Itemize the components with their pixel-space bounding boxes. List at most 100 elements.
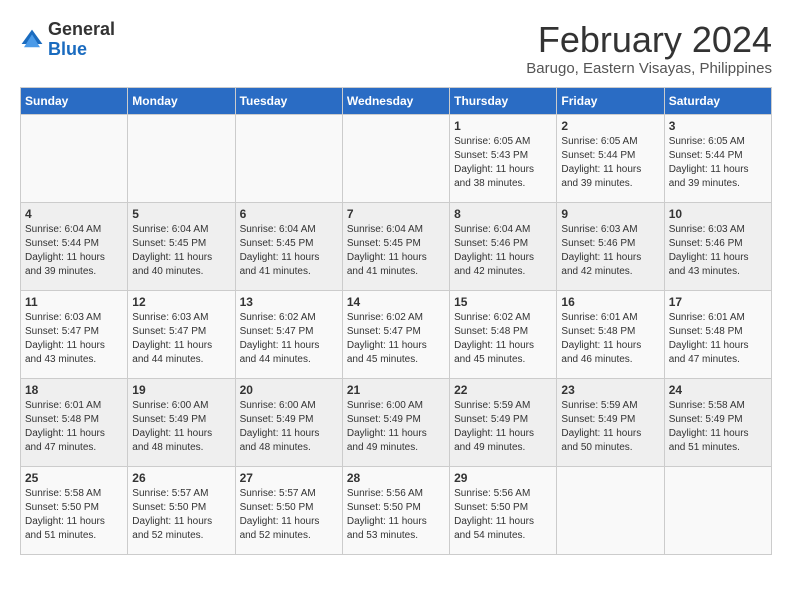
weekday-header-sunday: Sunday [21, 87, 128, 114]
calendar-cell: 23 Sunrise: 5:59 AM Sunset: 5:49 PM Dayli… [557, 378, 664, 466]
calendar-header: SundayMondayTuesdayWednesdayThursdayFrid… [21, 87, 772, 114]
calendar-cell [235, 114, 342, 202]
calendar-cell: 6 Sunrise: 6:04 AM Sunset: 5:45 PM Daylig… [235, 202, 342, 290]
weekday-header-friday: Friday [557, 87, 664, 114]
calendar-cell: 13 Sunrise: 6:02 AM Sunset: 5:47 PM Dayli… [235, 290, 342, 378]
day-info: Sunrise: 6:02 AM Sunset: 5:48 PM Dayligh… [454, 311, 552, 367]
day-number: 14 [347, 295, 445, 309]
calendar-cell: 1Sunrise: 6:05 AM Sunset: 5:43 PM Daylig… [450, 114, 557, 202]
weekday-header-wednesday: Wednesday [342, 87, 449, 114]
day-info: Sunrise: 5:56 AM Sunset: 5:50 PM Dayligh… [454, 487, 552, 543]
calendar-cell: 18 Sunrise: 6:01 AM Sunset: 5:48 PM Dayli… [21, 378, 128, 466]
day-info: Sunrise: 6:00 AM Sunset: 5:49 PM Dayligh… [347, 399, 445, 455]
day-number: 12 [132, 295, 230, 309]
day-info: Sunrise: 5:58 AM Sunset: 5:50 PM Dayligh… [25, 487, 123, 543]
day-number: 20 [240, 383, 338, 397]
day-info: Sunrise: 5:57 AM Sunset: 5:50 PM Dayligh… [132, 487, 230, 543]
day-info: Sunrise: 5:59 AM Sunset: 5:49 PM Dayligh… [561, 399, 659, 455]
day-number: 7 [347, 207, 445, 221]
logo: General Blue [20, 20, 115, 60]
day-number: 29 [454, 471, 552, 485]
day-info: Sunrise: 6:01 AM Sunset: 5:48 PM Dayligh… [561, 311, 659, 367]
calendar-week-row: 25 Sunrise: 5:58 AM Sunset: 5:50 PM Dayli… [21, 466, 772, 554]
calendar-cell: 28Sunrise: 5:56 AM Sunset: 5:50 PM Dayli… [342, 466, 449, 554]
day-number: 24 [669, 383, 767, 397]
calendar-cell: 8Sunrise: 6:04 AM Sunset: 5:46 PM Daylig… [450, 202, 557, 290]
day-info: Sunrise: 6:03 AM Sunset: 5:46 PM Dayligh… [561, 223, 659, 279]
calendar-cell: 11Sunrise: 6:03 AM Sunset: 5:47 PM Dayli… [21, 290, 128, 378]
day-info: Sunrise: 6:00 AM Sunset: 5:49 PM Dayligh… [240, 399, 338, 455]
header: General Blue February 2024 Barugo, Easte… [20, 20, 772, 77]
calendar-cell: 22 Sunrise: 5:59 AM Sunset: 5:49 PM Dayli… [450, 378, 557, 466]
weekday-header-thursday: Thursday [450, 87, 557, 114]
day-info: Sunrise: 6:04 AM Sunset: 5:45 PM Dayligh… [240, 223, 338, 279]
day-number: 25 [25, 471, 123, 485]
day-info: Sunrise: 6:04 AM Sunset: 5:45 PM Dayligh… [132, 223, 230, 279]
calendar-table: SundayMondayTuesdayWednesdayThursdayFrid… [20, 87, 772, 555]
logo-icon [20, 28, 44, 52]
calendar-cell [664, 466, 771, 554]
day-info: Sunrise: 6:00 AM Sunset: 5:49 PM Dayligh… [132, 399, 230, 455]
day-info: Sunrise: 5:57 AM Sunset: 5:50 PM Dayligh… [240, 487, 338, 543]
day-info: Sunrise: 6:02 AM Sunset: 5:47 PM Dayligh… [240, 311, 338, 367]
calendar-cell [342, 114, 449, 202]
calendar-cell: 9Sunrise: 6:03 AM Sunset: 5:46 PM Daylig… [557, 202, 664, 290]
calendar-cell: 27Sunrise: 5:57 AM Sunset: 5:50 PM Dayli… [235, 466, 342, 554]
weekday-header-tuesday: Tuesday [235, 87, 342, 114]
logo-blue-text: Blue [48, 39, 87, 59]
day-number: 21 [347, 383, 445, 397]
logo-text: General Blue [48, 20, 115, 60]
day-info: Sunrise: 6:05 AM Sunset: 5:44 PM Dayligh… [561, 135, 659, 191]
day-number: 26 [132, 471, 230, 485]
day-number: 19 [132, 383, 230, 397]
day-number: 3 [669, 119, 767, 133]
calendar-cell: 16 Sunrise: 6:01 AM Sunset: 5:48 PM Dayli… [557, 290, 664, 378]
location-title: Barugo, Eastern Visayas, Philippines [526, 60, 772, 77]
calendar-cell: 20 Sunrise: 6:00 AM Sunset: 5:49 PM Dayli… [235, 378, 342, 466]
day-info: Sunrise: 5:56 AM Sunset: 5:50 PM Dayligh… [347, 487, 445, 543]
day-number: 2 [561, 119, 659, 133]
day-number: 13 [240, 295, 338, 309]
day-number: 5 [132, 207, 230, 221]
day-info: Sunrise: 5:58 AM Sunset: 5:49 PM Dayligh… [669, 399, 767, 455]
calendar-cell: 14 Sunrise: 6:02 AM Sunset: 5:47 PM Dayli… [342, 290, 449, 378]
calendar-cell: 21 Sunrise: 6:00 AM Sunset: 5:49 PM Dayli… [342, 378, 449, 466]
day-number: 16 [561, 295, 659, 309]
calendar-cell: 19 Sunrise: 6:00 AM Sunset: 5:49 PM Dayli… [128, 378, 235, 466]
day-info: Sunrise: 5:59 AM Sunset: 5:49 PM Dayligh… [454, 399, 552, 455]
day-info: Sunrise: 6:03 AM Sunset: 5:47 PM Dayligh… [25, 311, 123, 367]
day-info: Sunrise: 6:04 AM Sunset: 5:45 PM Dayligh… [347, 223, 445, 279]
calendar-cell: 5 Sunrise: 6:04 AM Sunset: 5:45 PM Daylig… [128, 202, 235, 290]
day-info: Sunrise: 6:04 AM Sunset: 5:44 PM Dayligh… [25, 223, 123, 279]
calendar-cell: 15 Sunrise: 6:02 AM Sunset: 5:48 PM Dayli… [450, 290, 557, 378]
month-title: February 2024 [526, 20, 772, 60]
day-number: 23 [561, 383, 659, 397]
day-info: Sunrise: 6:05 AM Sunset: 5:44 PM Dayligh… [669, 135, 767, 191]
calendar-cell: 12Sunrise: 6:03 AM Sunset: 5:47 PM Dayli… [128, 290, 235, 378]
calendar-cell [557, 466, 664, 554]
calendar-week-row: 18 Sunrise: 6:01 AM Sunset: 5:48 PM Dayli… [21, 378, 772, 466]
calendar-cell: 17 Sunrise: 6:01 AM Sunset: 5:48 PM Dayli… [664, 290, 771, 378]
day-number: 10 [669, 207, 767, 221]
calendar-cell: 29 Sunrise: 5:56 AM Sunset: 5:50 PM Dayli… [450, 466, 557, 554]
calendar-cell: 26 Sunrise: 5:57 AM Sunset: 5:50 PM Dayli… [128, 466, 235, 554]
weekday-header-row: SundayMondayTuesdayWednesdayThursdayFrid… [21, 87, 772, 114]
day-number: 18 [25, 383, 123, 397]
calendar-week-row: 1Sunrise: 6:05 AM Sunset: 5:43 PM Daylig… [21, 114, 772, 202]
calendar-body: 1Sunrise: 6:05 AM Sunset: 5:43 PM Daylig… [21, 114, 772, 554]
day-info: Sunrise: 6:02 AM Sunset: 5:47 PM Dayligh… [347, 311, 445, 367]
calendar-week-row: 11Sunrise: 6:03 AM Sunset: 5:47 PM Dayli… [21, 290, 772, 378]
day-info: Sunrise: 6:01 AM Sunset: 5:48 PM Dayligh… [25, 399, 123, 455]
day-info: Sunrise: 6:01 AM Sunset: 5:48 PM Dayligh… [669, 311, 767, 367]
calendar-cell: 4Sunrise: 6:04 AM Sunset: 5:44 PM Daylig… [21, 202, 128, 290]
day-number: 22 [454, 383, 552, 397]
day-number: 17 [669, 295, 767, 309]
calendar-cell: 3 Sunrise: 6:05 AM Sunset: 5:44 PM Daylig… [664, 114, 771, 202]
calendar-cell [21, 114, 128, 202]
day-number: 15 [454, 295, 552, 309]
calendar-cell: 25 Sunrise: 5:58 AM Sunset: 5:50 PM Dayli… [21, 466, 128, 554]
weekday-header-saturday: Saturday [664, 87, 771, 114]
day-info: Sunrise: 6:04 AM Sunset: 5:46 PM Dayligh… [454, 223, 552, 279]
day-number: 6 [240, 207, 338, 221]
calendar-cell: 7 Sunrise: 6:04 AM Sunset: 5:45 PM Daylig… [342, 202, 449, 290]
